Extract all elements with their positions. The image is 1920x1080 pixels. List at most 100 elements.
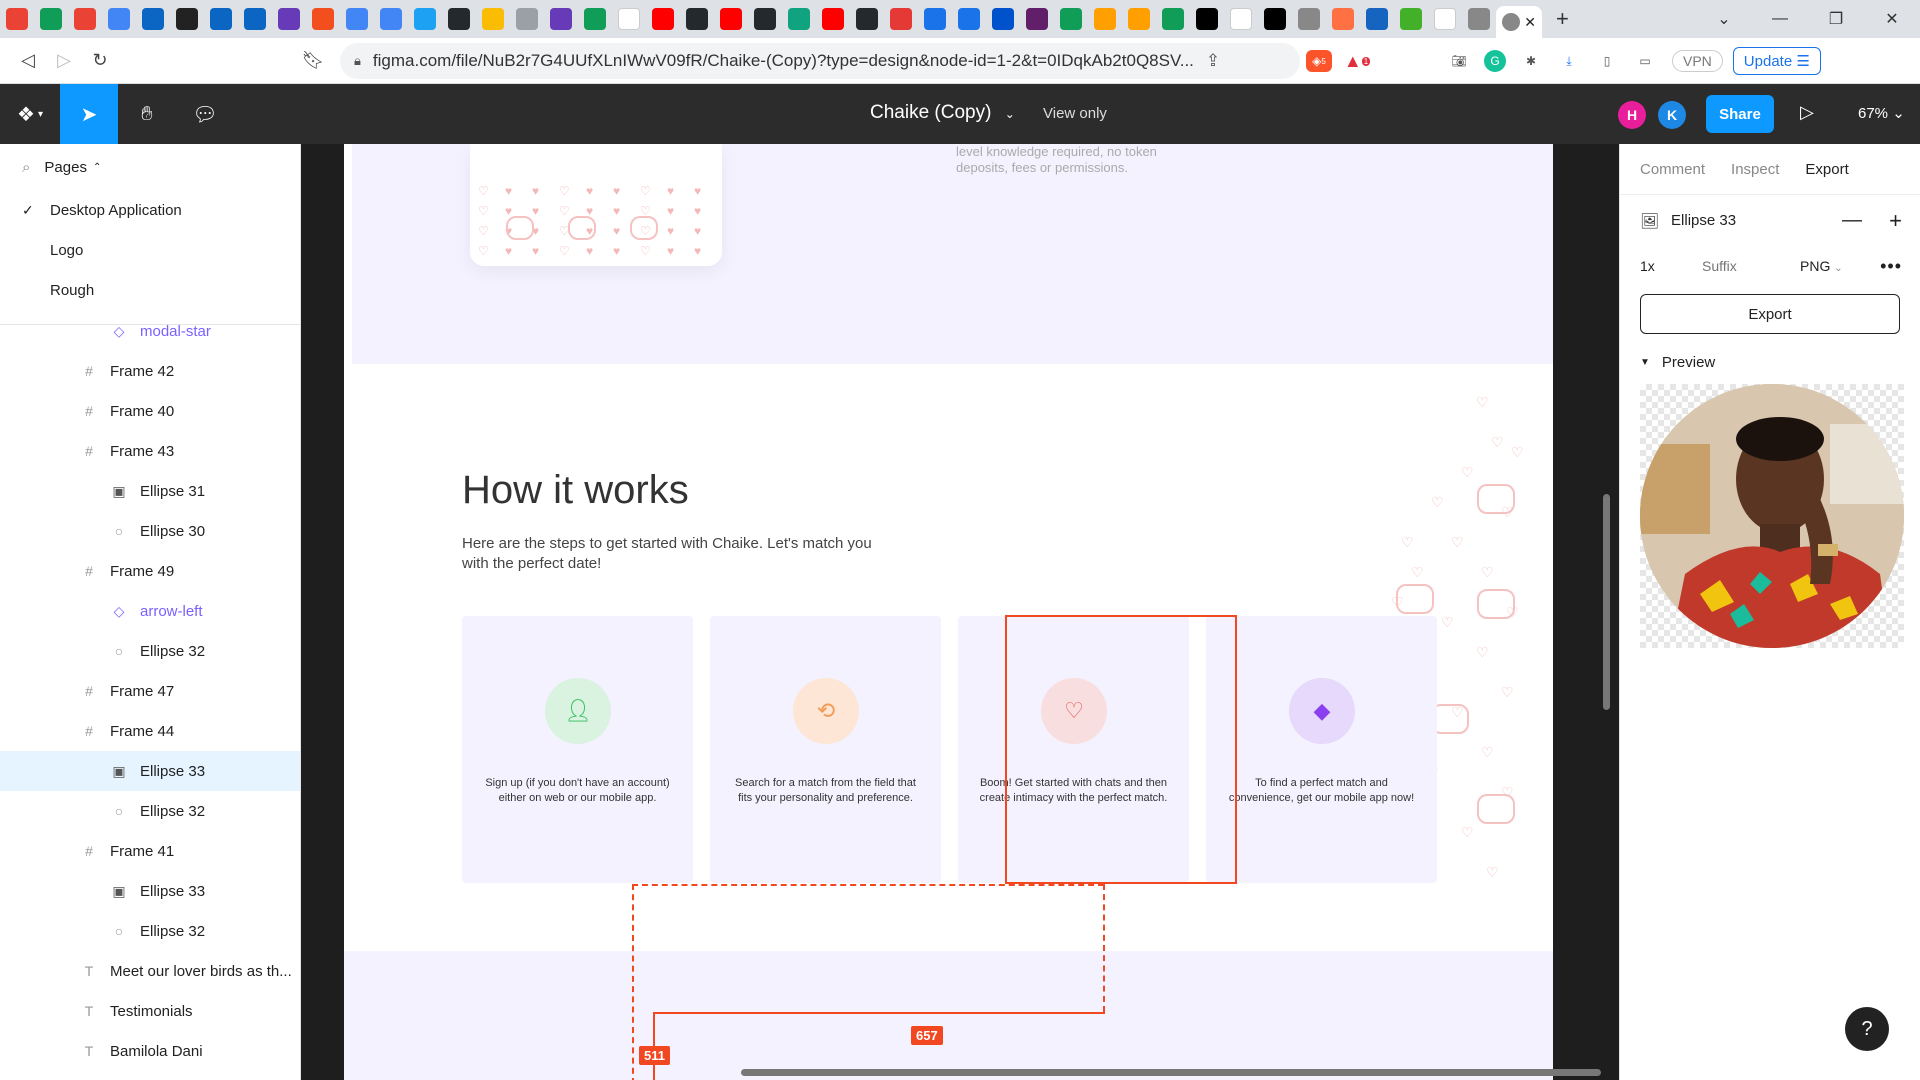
- tab-firebase-icon[interactable]: [1128, 8, 1150, 30]
- tab-atlassian-icon[interactable]: [992, 8, 1014, 30]
- tab-github-icon[interactable]: [856, 8, 878, 30]
- layer-row[interactable]: ▣ Ellipse 33: [0, 751, 300, 791]
- tab-calendar-icon[interactable]: [108, 8, 130, 30]
- tab-linkedin-icon[interactable]: [244, 8, 266, 30]
- tab-linkedin-icon[interactable]: [210, 8, 232, 30]
- format-select[interactable]: PNG ⌄: [1800, 258, 1843, 274]
- chevron-up-icon[interactable]: ⌃: [93, 162, 101, 173]
- tab-sheets-icon[interactable]: [1060, 8, 1082, 30]
- help-button[interactable]: ?: [1845, 1007, 1889, 1051]
- minimize-icon[interactable]: —: [1752, 10, 1808, 28]
- extensions-icon[interactable]: ✱: [1518, 50, 1544, 72]
- tab-google-icon[interactable]: [1434, 8, 1456, 30]
- suffix-input[interactable]: [1700, 257, 1780, 275]
- active-tab[interactable]: ✕: [1496, 6, 1542, 38]
- tab-audio-icon[interactable]: [516, 8, 538, 30]
- tab-google-icon[interactable]: [1230, 8, 1252, 30]
- brave-shield-icon[interactable]: ◈ 5: [1306, 50, 1332, 72]
- step-card[interactable]: 👤︎ Sign up (if you don't have an account)…: [462, 616, 693, 883]
- figma-menu-icon[interactable]: ❖ ▾: [0, 84, 60, 144]
- page-item[interactable]: ✓ Desktop Application: [0, 190, 300, 230]
- scale-select[interactable]: 1x: [1640, 258, 1700, 274]
- search-icon[interactable]: ⌕: [22, 159, 30, 176]
- tab-linkedin-icon[interactable]: [142, 8, 164, 30]
- layer-row[interactable]: T Meet our lover birds as th...: [0, 951, 300, 991]
- tab-bookmark-icon[interactable]: [958, 8, 980, 30]
- restore-icon[interactable]: ❐: [1808, 9, 1864, 29]
- share-page-icon[interactable]: ⇪: [1206, 51, 1220, 71]
- tab-bolt-icon[interactable]: [1332, 8, 1354, 30]
- tab-close-icon[interactable]: ✕: [1524, 14, 1536, 31]
- layer-row[interactable]: ○ Ellipse 32: [0, 911, 300, 951]
- tab-wi-icon[interactable]: [618, 8, 640, 30]
- layer-row[interactable]: T Testimonials: [0, 991, 300, 1031]
- camera-icon[interactable]: 📷︎: [1446, 50, 1472, 72]
- new-tab-icon[interactable]: +: [1556, 6, 1569, 32]
- desktop-frame[interactable]: ♡ ♥ ♥ ♡ ♥ ♥ ♡ ♥ ♥ ♡ ♥ ♥ ♡ ♥ ♥ ♡ ♥ ♥ ♡ ♥ ♥ ♡ ♥ ♥ ♡ ♥ ♥ ♡ ♥ ♥ ♡ ♥ ♥ ♡ ♥ ♥ lev…: [344, 144, 1553, 1080]
- avatar-h[interactable]: H: [1618, 101, 1646, 129]
- tab-slack-icon[interactable]: [1026, 8, 1048, 30]
- share-button[interactable]: Share: [1706, 95, 1774, 133]
- page-item[interactable]: Logo: [0, 230, 300, 270]
- tab-github-icon[interactable]: [686, 8, 708, 30]
- page-item[interactable]: Rough: [0, 270, 300, 310]
- tab-comment[interactable]: Comment: [1640, 161, 1705, 178]
- wallet-icon[interactable]: ▭: [1632, 50, 1658, 72]
- tab-firebase-icon[interactable]: [1094, 8, 1116, 30]
- step-card[interactable]: ◆ To find a perfect match and convenience…: [1206, 616, 1437, 883]
- tab-vercel-icon[interactable]: [1264, 8, 1286, 30]
- tab-youtube-icon[interactable]: [652, 8, 674, 30]
- tab-sheets-icon[interactable]: [40, 8, 62, 30]
- tab-bookmark-icon[interactable]: [924, 8, 946, 30]
- layer-row[interactable]: ○ Ellipse 32: [0, 631, 300, 671]
- tab-sheets-icon[interactable]: [1162, 8, 1184, 30]
- step-card[interactable]: ⟲ Search for a match from the field that …: [710, 616, 941, 883]
- avatar-k[interactable]: K: [1658, 101, 1686, 129]
- tab-sheets-icon[interactable]: [584, 8, 606, 30]
- grammarly-icon[interactable]: G: [1484, 50, 1506, 72]
- more-options-icon[interactable]: •••: [1880, 256, 1902, 277]
- design-canvas[interactable]: ♡ ♥ ♥ ♡ ♥ ♥ ♡ ♥ ♥ ♡ ♥ ♥ ♡ ♥ ♥ ♡ ♥ ♥ ♡ ♥ ♥ ♡ ♥ ♥ ♡ ♥ ♥ ♡ ♥ ♥ ♡ ♥ ♥ ♡ ♥ ♥ lev…: [301, 144, 1619, 1080]
- horizontal-scrollbar[interactable]: [741, 1069, 1601, 1076]
- tab-search-icon[interactable]: ⌄: [1696, 9, 1752, 29]
- address-bar[interactable]: 🔒︎ figma.com/file/NuB2r7G4UUfXLnIWwV09fR…: [340, 43, 1300, 79]
- layer-row[interactable]: ○ Ellipse 30: [0, 511, 300, 551]
- export-button[interactable]: Export: [1640, 294, 1900, 334]
- present-play-icon[interactable]: ▷: [1800, 102, 1814, 123]
- brave-rewards-icon[interactable]: ▲ 1: [1344, 50, 1371, 72]
- tab-twitter-icon[interactable]: [414, 8, 436, 30]
- forward-icon[interactable]: ▷: [46, 50, 82, 71]
- layer-row[interactable]: # Frame 42: [0, 351, 300, 391]
- layer-row[interactable]: # Frame 44: [0, 711, 300, 751]
- preview-toggle[interactable]: ▼ Preview: [1620, 354, 1920, 371]
- tab-forms-icon[interactable]: [278, 8, 300, 30]
- hand-tool-icon[interactable]: ✋︎: [118, 84, 176, 144]
- tab-bot-icon[interactable]: [1366, 8, 1388, 30]
- tab-export[interactable]: Export: [1805, 161, 1848, 178]
- tab-gmail-icon[interactable]: [6, 8, 28, 30]
- sidebar-icon[interactable]: ▯: [1594, 50, 1620, 72]
- layer-row[interactable]: ▣ Ellipse 31: [0, 471, 300, 511]
- layer-row[interactable]: # Frame 47: [0, 671, 300, 711]
- download-icon[interactable]: ⤓: [1556, 50, 1582, 72]
- tab-docs-icon[interactable]: [380, 8, 402, 30]
- tab-seven-icon[interactable]: [1196, 8, 1218, 30]
- tab-youtube-icon[interactable]: [720, 8, 742, 30]
- layer-row[interactable]: ▣ Ellipse 33: [0, 871, 300, 911]
- vpn-button[interactable]: VPN: [1672, 50, 1723, 72]
- tab-chrome-icon[interactable]: [1468, 8, 1490, 30]
- add-export-icon[interactable]: +: [1889, 208, 1902, 234]
- tab-figma-icon[interactable]: [312, 8, 334, 30]
- layer-row[interactable]: ○ Ellipse 32: [0, 791, 300, 831]
- tab-chrome-icon[interactable]: [1298, 8, 1320, 30]
- tab-g-icon[interactable]: [176, 8, 198, 30]
- tab-chatgpt-icon[interactable]: [788, 8, 810, 30]
- layer-row[interactable]: ◇ arrow-left: [0, 591, 300, 631]
- zoom-menu[interactable]: 67% ⌄: [1858, 104, 1905, 122]
- tab-inspect[interactable]: Inspect: [1731, 161, 1779, 178]
- move-tool-icon[interactable]: ➤: [60, 84, 118, 144]
- tab-docs-icon[interactable]: [346, 8, 368, 30]
- close-window-icon[interactable]: ✕: [1864, 9, 1920, 29]
- update-button[interactable]: Update ☰: [1732, 47, 1821, 75]
- vertical-scrollbar[interactable]: [1603, 494, 1610, 710]
